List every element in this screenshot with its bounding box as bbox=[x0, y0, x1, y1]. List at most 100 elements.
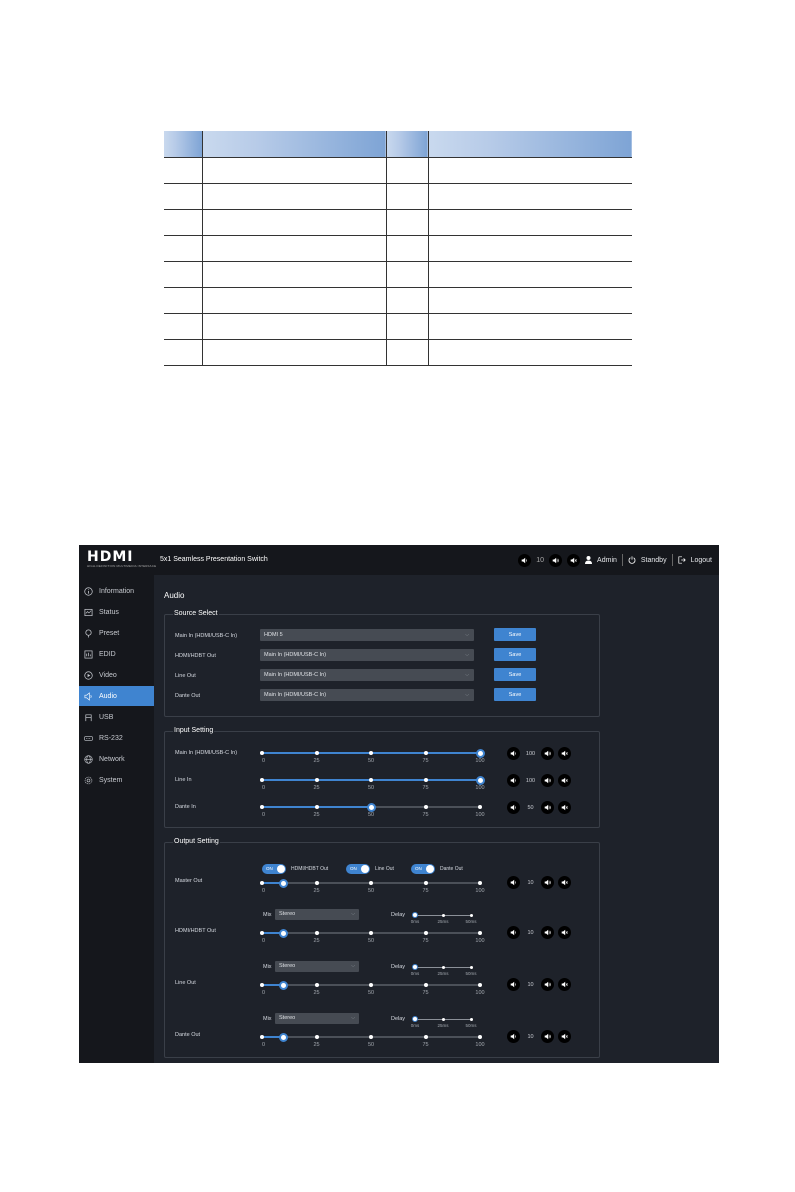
slider-thumb[interactable] bbox=[475, 775, 485, 785]
logout-icon[interactable] bbox=[678, 556, 686, 564]
sidebar-item-system[interactable]: System bbox=[79, 770, 154, 790]
mute-icon[interactable] bbox=[558, 774, 571, 787]
sidebar-item-video[interactable]: Video bbox=[79, 665, 154, 685]
source-select-dante-out[interactable]: Main In (HDMI/USB-C In) ⌵ bbox=[260, 689, 474, 701]
sidebar-item-label: System bbox=[99, 776, 123, 784]
volume-controls: 10 bbox=[507, 876, 571, 889]
sidebar-item-status[interactable]: Status bbox=[79, 602, 154, 622]
mute-icon[interactable] bbox=[558, 926, 571, 939]
slider-thumb[interactable] bbox=[279, 1032, 289, 1042]
save-button[interactable]: Save bbox=[494, 628, 536, 641]
volume-slider[interactable]: 0 25 50 75 100 bbox=[260, 980, 485, 997]
toggle-knob bbox=[361, 865, 369, 873]
delay-slider[interactable]: 0ms 25ms 50ms bbox=[411, 964, 477, 976]
volume-up-icon[interactable] bbox=[541, 774, 554, 787]
volume-slider[interactable]: 0 25 50 75 100 bbox=[260, 1032, 485, 1049]
volume-down-icon[interactable] bbox=[518, 553, 532, 567]
volume-down-icon[interactable] bbox=[507, 876, 520, 889]
standby-button[interactable]: Standby bbox=[641, 557, 667, 564]
toggle-switch[interactable]: ON bbox=[411, 864, 435, 874]
volume-up-icon[interactable] bbox=[541, 801, 554, 814]
slider-thumb[interactable] bbox=[475, 748, 485, 758]
select-value: Stereo bbox=[279, 963, 296, 969]
slider-thumb[interactable] bbox=[279, 980, 289, 990]
volume-up-icon[interactable] bbox=[541, 978, 554, 991]
slider-tick bbox=[423, 1035, 428, 1039]
volume-slider[interactable]: 0 25 50 75 100 bbox=[260, 878, 485, 895]
volume-slider[interactable]: 0 25 50 75 100 bbox=[260, 928, 485, 945]
select-value: Main In (HDMI/USB-C In) bbox=[264, 692, 327, 698]
volume-slider[interactable]: 0 25 50 75 100 bbox=[260, 748, 485, 765]
source-select-main-in[interactable]: HDMI 5 ⌵ bbox=[260, 629, 474, 641]
volume-down-icon[interactable] bbox=[507, 774, 520, 787]
mute-icon[interactable] bbox=[558, 1030, 571, 1043]
delay-slider[interactable]: 0ms 25ms 50ms bbox=[411, 1016, 477, 1028]
delay-slider[interactable]: 0ms 25ms 50ms bbox=[411, 912, 477, 924]
delay-thumb[interactable] bbox=[412, 912, 418, 918]
mute-icon[interactable] bbox=[558, 876, 571, 889]
mute-icon[interactable] bbox=[567, 553, 581, 567]
sidebar-item-label: Status bbox=[99, 608, 119, 616]
mute-icon[interactable] bbox=[558, 747, 571, 760]
sidebar-item-usb[interactable]: USB bbox=[79, 707, 154, 727]
slider-tick-label: 75 bbox=[422, 758, 429, 764]
slider-thumb[interactable] bbox=[366, 802, 376, 812]
save-button[interactable]: Save bbox=[494, 688, 536, 701]
sidebar-item-information[interactable]: Information bbox=[79, 581, 154, 601]
volume-up-icon[interactable] bbox=[541, 1030, 554, 1043]
delay-thumb[interactable] bbox=[412, 964, 418, 970]
sidebar-item-preset[interactable]: Preset bbox=[79, 623, 154, 643]
slider-tick-label: 50 bbox=[367, 758, 375, 764]
divider bbox=[671, 554, 673, 566]
toggle-hdmi-hdbt-out[interactable]: ON HDMI/HDBT Out bbox=[262, 864, 328, 874]
slider-thumb[interactable] bbox=[279, 928, 289, 938]
mix-label: Mix bbox=[263, 964, 272, 970]
select-value: Main In (HDMI/USB-C In) bbox=[264, 672, 327, 678]
volume-up-icon[interactable] bbox=[549, 553, 563, 567]
sidebar-item-label: Network bbox=[99, 755, 125, 763]
slider-thumb[interactable] bbox=[279, 878, 289, 888]
section-title: Output Setting bbox=[173, 838, 220, 845]
sidebar-item-network[interactable]: Network bbox=[79, 749, 154, 769]
mute-icon[interactable] bbox=[558, 978, 571, 991]
volume-up-icon[interactable] bbox=[541, 876, 554, 889]
volume-down-icon[interactable] bbox=[507, 978, 520, 991]
output-row-label: Dante Out bbox=[175, 1032, 201, 1038]
power-icon[interactable] bbox=[628, 556, 636, 564]
mute-icon[interactable] bbox=[558, 801, 571, 814]
toggle-line-out[interactable]: ON Line Out bbox=[346, 864, 394, 874]
sidebar-item-edid[interactable]: EDID bbox=[79, 644, 154, 664]
logo-subtext: HIGH-DEFINITION MULTIMEDIA INTERFACE bbox=[87, 564, 157, 568]
input-row-label: Dante In bbox=[175, 804, 196, 810]
toggle-switch[interactable]: ON bbox=[262, 864, 286, 874]
save-button[interactable]: Save bbox=[494, 648, 536, 661]
volume-down-icon[interactable] bbox=[507, 747, 520, 760]
mix-select-line-out[interactable]: Stereo ⌵ bbox=[275, 961, 359, 972]
volume-slider[interactable]: 0 25 50 75 100 bbox=[260, 802, 485, 819]
toggle-state: ON bbox=[415, 866, 422, 871]
volume-up-icon[interactable] bbox=[541, 747, 554, 760]
volume-value: 10 bbox=[527, 929, 534, 936]
delay-tick-label: 50ms bbox=[465, 1023, 477, 1028]
sidebar-item-label: Audio bbox=[99, 692, 117, 700]
save-button[interactable]: Save bbox=[494, 668, 536, 681]
source-select-line-out[interactable]: Main In (HDMI/USB-C In) ⌵ bbox=[260, 669, 474, 681]
volume-slider[interactable]: 0 25 50 75 100 bbox=[260, 775, 485, 792]
sidebar-item-audio[interactable]: Audio bbox=[79, 686, 154, 706]
toggle-dante-out[interactable]: ON Dante Out bbox=[411, 864, 463, 874]
source-select-hdmi-hdbt-out[interactable]: Main In (HDMI/USB-C In) ⌵ bbox=[260, 649, 474, 661]
delay-thumb[interactable] bbox=[412, 1016, 418, 1022]
toggle-label: HDMI/HDBT Out bbox=[291, 866, 329, 872]
volume-down-icon[interactable] bbox=[507, 926, 520, 939]
logout-button[interactable]: Logout bbox=[691, 557, 712, 564]
slider-tick bbox=[369, 778, 373, 782]
volume-down-icon[interactable] bbox=[507, 801, 520, 814]
sidebar-item-rs232[interactable]: RS-232 bbox=[79, 728, 154, 748]
mix-select-hdmi-hdbt-out[interactable]: Stereo ⌵ bbox=[275, 909, 359, 920]
delay-tick-label: 25ms bbox=[437, 919, 449, 924]
mix-select-dante-out[interactable]: Stereo ⌵ bbox=[275, 1013, 359, 1024]
volume-down-icon[interactable] bbox=[507, 1030, 520, 1043]
toggle-switch[interactable]: ON bbox=[346, 864, 370, 874]
section-title: Source Select bbox=[173, 610, 219, 617]
volume-up-icon[interactable] bbox=[541, 926, 554, 939]
